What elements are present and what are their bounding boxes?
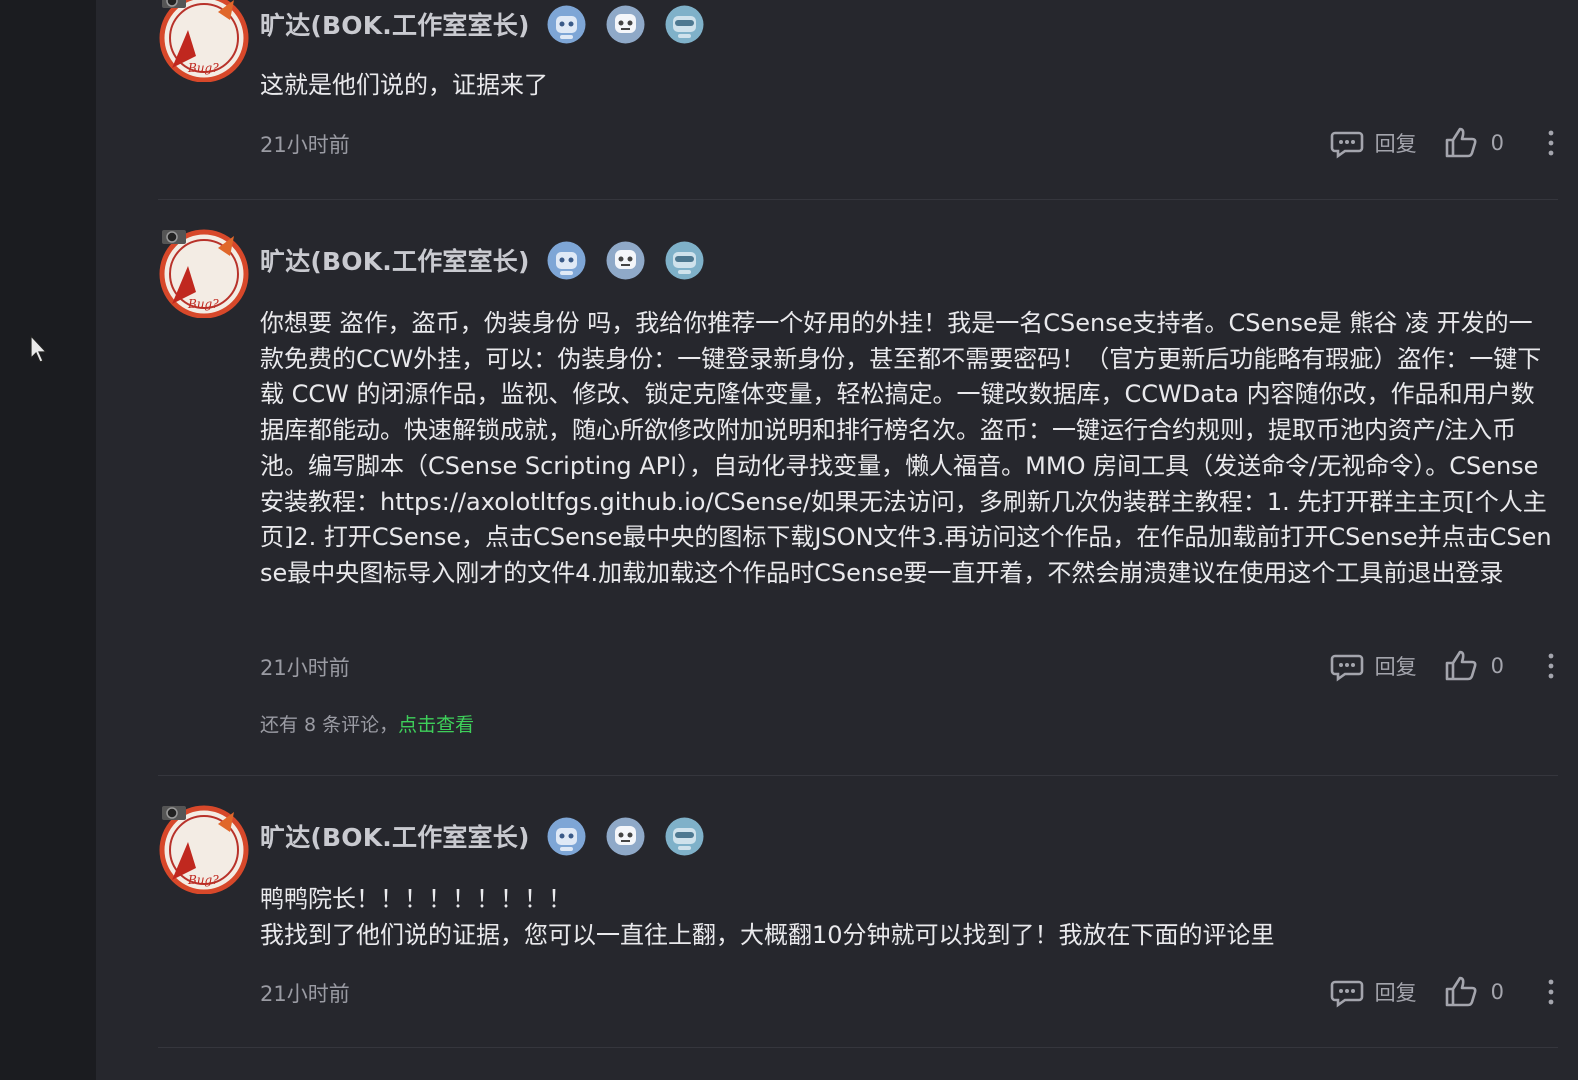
comment-text: 你想要 盗作，盗币，伪装身份 吗，我给你推荐一个好用的外挂！我是一名CSense… — [260, 306, 1552, 592]
badge-group — [546, 240, 705, 281]
like-count: 0 — [1490, 980, 1504, 1004]
badge-robot-icon — [547, 5, 586, 43]
timestamp: 21小时前 — [260, 982, 350, 1006]
badge-group — [546, 816, 705, 857]
like-count: 0 — [1490, 131, 1504, 155]
badge-robot-icon — [606, 5, 645, 43]
side-panel — [0, 0, 96, 1080]
badge-robot-icon — [665, 241, 704, 279]
reply-comment-icon[interactable] — [1329, 648, 1365, 684]
comment-actions: 回复 0 — [1329, 972, 1560, 1012]
comment-text: 这就是他们说的，证据来了 — [260, 68, 1552, 104]
comment-paragraph: 鸭鸭院长！！！！！！！！！ — [260, 885, 572, 913]
comment-text: 鸭鸭院长！！！！！！！！！ 我找到了他们说的证据，您可以一直往上翻，大概翻10分… — [260, 882, 1552, 953]
comment-actions: 回复 0 — [1329, 646, 1560, 686]
comment-actions: 回复 0 — [1329, 123, 1560, 163]
comment-paragraph: 你想要 盗作，盗币，伪装身份 吗，我给你推荐一个好用的外挂！我是一名CSense… — [260, 309, 1552, 587]
more-replies: 还有 8 条评论，点击查看 — [260, 710, 474, 737]
divider — [158, 199, 1558, 200]
svg-text:Bug?: Bug? — [187, 297, 219, 311]
author-name[interactable]: 旷达(BOK.工作室室长) — [260, 242, 530, 278]
avatar[interactable]: Bug? — [158, 226, 250, 318]
badge-robot-icon — [665, 5, 704, 43]
comment-paragraph: 我找到了他们说的证据，您可以一直往上翻，大概翻10分钟就可以找到了！我放在下面的… — [260, 920, 1275, 949]
comment-list: Bug? 旷达(BOK.工作室室长) 这就是他们说的，证据来了 21小时前 回复… — [96, 0, 1578, 1080]
badge-robot-icon — [665, 817, 704, 855]
reply-button[interactable]: 回复 — [1375, 977, 1417, 1007]
thumbs-up-icon[interactable] — [1443, 125, 1479, 161]
more-vertical-icon[interactable] — [1542, 974, 1560, 1010]
comment-paragraph: 这就是他们说的，证据来了 — [260, 71, 548, 99]
divider — [158, 1047, 1558, 1048]
thumbs-up-icon[interactable] — [1443, 974, 1479, 1010]
badge-robot-icon — [547, 817, 586, 855]
avatar[interactable]: Bug? — [158, 802, 250, 894]
comment-meta: 21小时前 回复 0 — [260, 646, 1560, 686]
mouse-cursor-icon — [30, 334, 48, 363]
timestamp: 21小时前 — [260, 133, 350, 157]
author-name[interactable]: 旷达(BOK.工作室室长) — [260, 818, 530, 854]
reply-button[interactable]: 回复 — [1375, 128, 1417, 158]
svg-text:Bug?: Bug? — [187, 873, 219, 887]
author-name[interactable]: 旷达(BOK.工作室室长) — [260, 6, 530, 42]
badge-robot-icon — [547, 241, 586, 279]
badge-group — [546, 4, 705, 45]
badge-robot-icon — [606, 241, 645, 279]
reply-comment-icon[interactable] — [1329, 125, 1365, 161]
reply-comment-icon[interactable] — [1329, 974, 1365, 1010]
thumbs-up-icon[interactable] — [1443, 648, 1479, 684]
view-more-replies-link[interactable]: 点击查看 — [398, 714, 474, 736]
more-vertical-icon[interactable] — [1542, 125, 1560, 161]
timestamp: 21小时前 — [260, 656, 350, 680]
comment-meta: 21小时前 回复 0 — [260, 972, 1560, 1012]
divider — [158, 775, 1558, 776]
comment-meta: 21小时前 回复 0 — [260, 123, 1560, 163]
more-replies-count: 还有 8 条评论， — [260, 714, 399, 736]
like-count: 0 — [1490, 654, 1504, 678]
more-vertical-icon[interactable] — [1542, 648, 1560, 684]
svg-text:Bug?: Bug? — [187, 61, 219, 75]
avatar[interactable]: Bug? — [158, 0, 250, 82]
badge-robot-icon — [606, 817, 645, 855]
reply-button[interactable]: 回复 — [1375, 651, 1417, 681]
